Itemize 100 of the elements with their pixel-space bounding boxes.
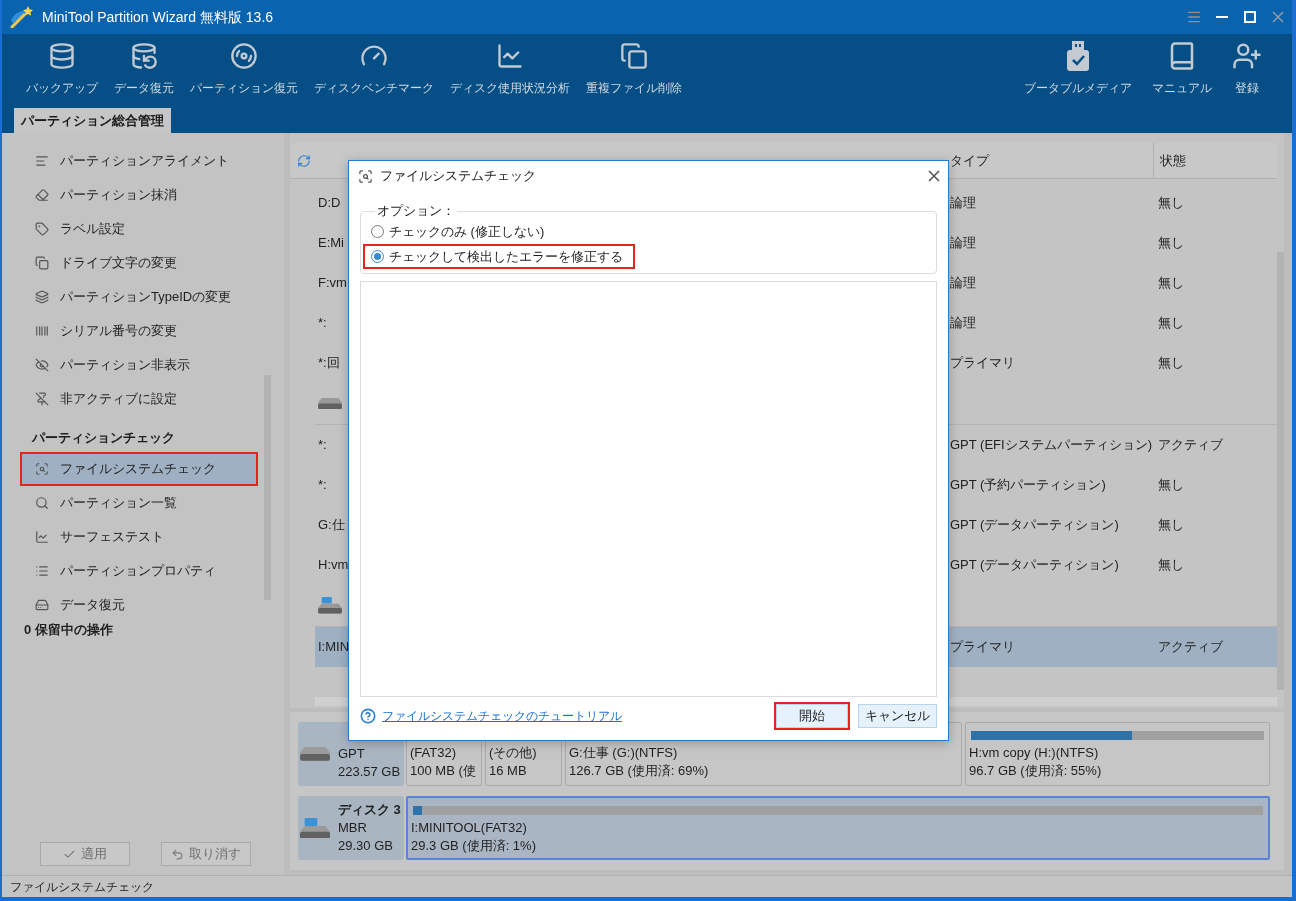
undo-arrow-icon xyxy=(171,847,184,861)
table-cell: アクティブ xyxy=(1158,437,1223,453)
partition-size: 16 MB xyxy=(489,762,527,780)
sidebar-item[interactable]: パーティションプロパティ xyxy=(20,554,258,588)
minimize-icon xyxy=(1216,16,1228,18)
magic-wand-icon xyxy=(10,6,34,28)
radio-button[interactable] xyxy=(371,225,384,238)
partition-label: (FAT32) xyxy=(410,744,456,762)
table-cell: GPT (EFIシステムパーティション) xyxy=(950,437,1152,453)
column-header[interactable]: タイプ xyxy=(950,152,989,168)
partition-size: 29.3 GB (使用済: 1%) xyxy=(411,837,536,855)
dialog-title: ファイルシステムチェック xyxy=(380,167,536,186)
pin-slash-icon xyxy=(35,392,49,406)
dialog-button[interactable]: 開始 xyxy=(774,702,850,730)
toolbar-button[interactable]: 登録 xyxy=(1232,34,1262,108)
partition-block[interactable]: I:MINITOOL(FAT32) 29.3 GB (使用済: 1%) xyxy=(406,796,1270,860)
table-cell: G:仕 xyxy=(318,517,345,533)
sidebar-item[interactable]: パーティションTypeIDの変更 xyxy=(20,280,258,314)
usb-drive-icon xyxy=(1067,41,1089,71)
radio-option[interactable]: チェックして検出したエラーを修正する xyxy=(363,244,635,269)
window-title: MiniTool Partition Wizard 無料版 13.6 xyxy=(42,7,274,27)
maximize-icon xyxy=(1244,11,1256,23)
radio-button[interactable] xyxy=(371,250,384,263)
search-icon xyxy=(35,496,49,510)
sidebar-item[interactable]: ラベル設定 xyxy=(20,212,258,246)
sidebar-item[interactable]: シリアル番号の変更 xyxy=(20,314,258,348)
dialog-button[interactable]: キャンセル xyxy=(858,704,937,728)
sidebar-item[interactable]: パーティションアライメント xyxy=(20,144,258,178)
list-icon xyxy=(35,564,49,578)
table-cell: *: xyxy=(318,437,327,453)
eraser-icon xyxy=(35,188,49,202)
table-cell: 無し xyxy=(1158,275,1184,291)
sidebar-item[interactable]: ドライブ文字の変更 xyxy=(20,246,258,280)
usb-drive-icon xyxy=(300,817,330,839)
toolbar-button[interactable]: マニュアル xyxy=(1152,34,1212,108)
table-cell: プライマリ xyxy=(950,639,1015,655)
toolbar-button[interactable]: パーティション復元 xyxy=(190,34,298,108)
database-arrow-icon xyxy=(130,42,158,70)
sidebar-item[interactable]: パーティション非表示 xyxy=(20,348,258,382)
table-cell: プライマリ xyxy=(950,355,1015,371)
disk-name: ディスク 3 xyxy=(338,801,401,819)
toolbar-button[interactable]: データ復元 xyxy=(114,34,174,108)
database-icon xyxy=(48,42,76,70)
barcode-icon xyxy=(35,324,49,338)
sidebar-item[interactable]: パーティション一覧 xyxy=(20,486,258,520)
scrollbar-thumb[interactable] xyxy=(1277,252,1284,690)
table-cell: I:MIN xyxy=(318,639,350,655)
partition-size: 96.7 GB (使用済: 55%) xyxy=(969,762,1102,780)
table-cell: 論理 xyxy=(950,275,976,291)
menu-icon xyxy=(1186,9,1202,25)
hard-drive-icon xyxy=(300,747,330,761)
hard-drive-icon xyxy=(35,598,49,612)
tab[interactable]: パーティション総合管理 xyxy=(14,108,171,133)
table-cell: E:Mi xyxy=(318,235,344,251)
table-cell: 無し xyxy=(1158,195,1184,211)
usb-drive-icon xyxy=(318,597,342,614)
sidebar-item[interactable]: パーティション抹消 xyxy=(20,178,258,212)
radio-option[interactable]: チェックのみ (修正しない) xyxy=(363,219,557,244)
scan-search-icon xyxy=(358,168,373,184)
column-header[interactable]: 状態 xyxy=(1160,150,1186,171)
sidebar-item[interactable]: データ復元 xyxy=(20,588,258,622)
pending-operations: 0 保留中の操作 xyxy=(24,622,113,638)
scan-search-icon xyxy=(35,462,49,476)
disk-type: MBR xyxy=(338,819,368,837)
disk-size: 29.30 GB xyxy=(338,837,394,855)
toolbar-button[interactable]: ブータブルメディア xyxy=(1024,34,1132,108)
sidebar-item[interactable]: 非アクティブに設定 xyxy=(20,382,258,416)
partition-label: G:仕事 (G:)(NTFS) xyxy=(569,744,678,762)
disk-card[interactable]: ディスク 3 MBR 29.30 GB xyxy=(298,796,404,860)
tutorial-link[interactable]: ファイルシステムチェックのチュートリアル xyxy=(382,707,622,725)
toolbar-button[interactable]: バックアップ xyxy=(26,34,98,108)
line-chart-icon xyxy=(496,42,524,70)
partition-label: H:vm copy (H:)(NTFS) xyxy=(969,744,1099,762)
table-cell: GPT (データパーティション) xyxy=(950,517,1119,533)
toolbar-button[interactable]: ディスクベンチマーク xyxy=(314,34,434,108)
sidebar-item[interactable]: ファイルシステムチェック xyxy=(20,452,258,486)
partition-label: (その他) xyxy=(489,744,537,762)
layers-icon xyxy=(35,290,49,304)
close-icon xyxy=(1272,11,1284,23)
partition-block[interactable]: H:vm copy (H:)(NTFS) 96.7 GB (使用済: 55%) xyxy=(965,722,1270,786)
table-cell: 無し xyxy=(1158,355,1184,371)
toolbar-button[interactable]: ディスク使用状況分析 xyxy=(450,34,570,108)
sidebar-item[interactable]: サーフェステスト xyxy=(20,520,258,554)
table-cell: 無し xyxy=(1158,557,1184,573)
table-cell: アクティブ xyxy=(1158,639,1223,655)
tag-icon xyxy=(35,222,49,236)
eye-slash-icon xyxy=(35,358,49,372)
section-header: パーティションチェック xyxy=(32,429,175,448)
copy-icon xyxy=(35,256,49,270)
close-icon xyxy=(928,170,940,182)
help-icon xyxy=(360,708,376,724)
line-chart-icon xyxy=(35,530,49,544)
toolbar-button[interactable]: 重複ファイル削除 xyxy=(586,34,682,108)
table-cell: 無し xyxy=(1158,315,1184,331)
partition-size: 126.7 GB (使用済: 69%) xyxy=(569,762,709,780)
table-cell: 論理 xyxy=(950,235,976,251)
table-cell: GPT (予約パーティション) xyxy=(950,477,1106,493)
table-cell: *:回 xyxy=(318,355,340,371)
table-cell: H:vm xyxy=(318,557,349,573)
partition-label: I:MINITOOL(FAT32) xyxy=(411,819,527,837)
